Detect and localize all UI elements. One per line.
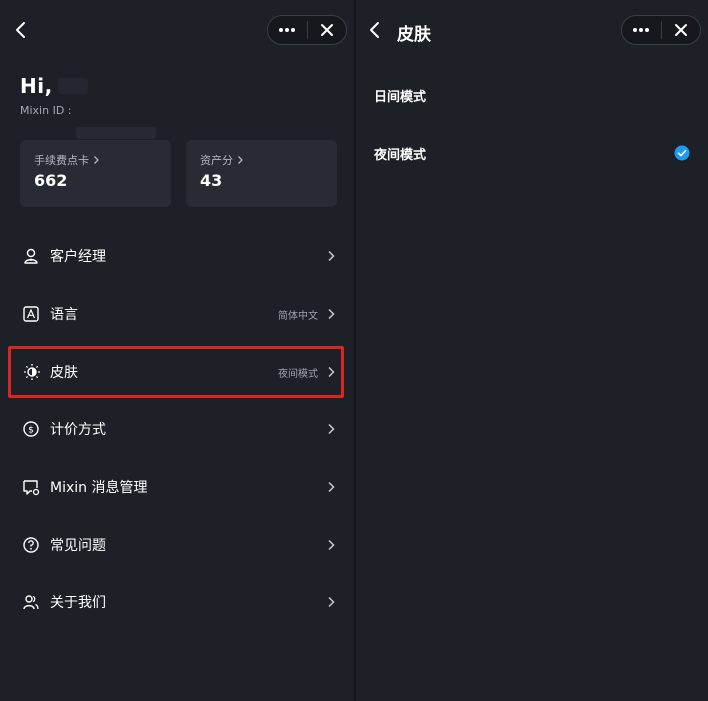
- chevron-right-icon: [328, 596, 335, 608]
- back-button[interactable]: [366, 20, 384, 40]
- close-button[interactable]: [307, 16, 346, 44]
- asset-score-label: 资产分: [200, 152, 244, 168]
- fee-card-label: 手续费点卡: [34, 152, 100, 168]
- menu-label: 常见问题: [50, 538, 106, 554]
- help-icon: [23, 537, 39, 553]
- option-day-mode[interactable]: 日间模式: [374, 80, 690, 110]
- back-button[interactable]: [12, 20, 30, 40]
- svg-text:$: $: [28, 426, 34, 436]
- account-panel: Hi, Mixin ID : 手续费点卡 662 资产分 43 客户经理 语言 …: [0, 0, 354, 701]
- menu-item-skin[interactable]: 皮肤 夜间模式: [8, 346, 344, 398]
- page-title: 皮肤: [397, 25, 431, 45]
- close-button[interactable]: [661, 16, 700, 44]
- menu-label: 语言: [50, 307, 78, 323]
- mixin-id-label: Mixin ID :: [20, 104, 72, 117]
- close-icon: [320, 24, 333, 36]
- check-circle-icon: [674, 145, 690, 161]
- greeting: Hi,: [20, 74, 53, 98]
- close-icon: [674, 24, 687, 36]
- option-night-mode[interactable]: 夜间模式: [374, 138, 690, 168]
- menu-label: 皮肤: [50, 365, 78, 381]
- back-arrow-icon: [16, 22, 25, 38]
- asset-score-card[interactable]: 资产分 43: [186, 140, 337, 207]
- fee-card[interactable]: 手续费点卡 662: [20, 140, 171, 207]
- chevron-right-icon: [328, 423, 335, 435]
- menu-value: 简体中文: [278, 310, 318, 322]
- user-manager-icon: [24, 248, 38, 264]
- more-button[interactable]: [622, 16, 661, 44]
- option-label: 日间模式: [374, 89, 427, 105]
- more-dots-icon: [633, 28, 650, 32]
- chevron-right-icon: [94, 156, 99, 164]
- menu-label: 客户经理: [50, 249, 106, 265]
- message-settings-icon: [23, 480, 40, 496]
- menu-label: Mixin 消息管理: [50, 480, 148, 496]
- language-icon: [23, 306, 39, 322]
- chevron-right-icon: [328, 308, 335, 320]
- chevron-right-icon: [328, 366, 335, 378]
- skin-settings-panel: 皮肤 日间模式 夜间模式: [356, 0, 708, 701]
- chevron-right-icon: [328, 481, 335, 493]
- menu-label: 关于我们: [50, 595, 106, 611]
- mini-app-capsule: [621, 15, 701, 45]
- back-arrow-icon: [370, 22, 379, 38]
- chevron-right-icon: [328, 250, 335, 262]
- asset-score-label-text: 资产分: [200, 154, 233, 167]
- more-dots-icon: [279, 28, 296, 32]
- blurred-username: [58, 78, 88, 94]
- asset-score-value: 43: [200, 171, 223, 190]
- chevron-right-icon: [238, 156, 243, 164]
- menu-label: 计价方式: [50, 422, 106, 438]
- menu-item-pricing[interactable]: $ 计价方式: [8, 403, 344, 455]
- menu-item-language[interactable]: 语言 简体中文: [8, 288, 344, 340]
- more-button[interactable]: [268, 16, 307, 44]
- menu-item-customer-manager[interactable]: 客户经理: [8, 230, 344, 282]
- blurred-id: [76, 127, 156, 139]
- menu-item-about-us[interactable]: 关于我们: [8, 576, 344, 628]
- team-icon: [23, 595, 39, 610]
- currency-icon: $: [23, 421, 39, 437]
- mini-app-capsule: [267, 15, 347, 45]
- fee-card-label-text: 手续费点卡: [34, 154, 89, 167]
- option-label: 夜间模式: [374, 147, 427, 163]
- chevron-right-icon: [328, 539, 335, 551]
- menu-value: 夜间模式: [278, 368, 318, 380]
- sun-icon: [24, 364, 40, 380]
- fee-card-value: 662: [34, 171, 68, 190]
- menu-item-mixin-messages[interactable]: Mixin 消息管理: [8, 461, 344, 513]
- menu-item-faq[interactable]: 常见问题: [8, 519, 344, 571]
